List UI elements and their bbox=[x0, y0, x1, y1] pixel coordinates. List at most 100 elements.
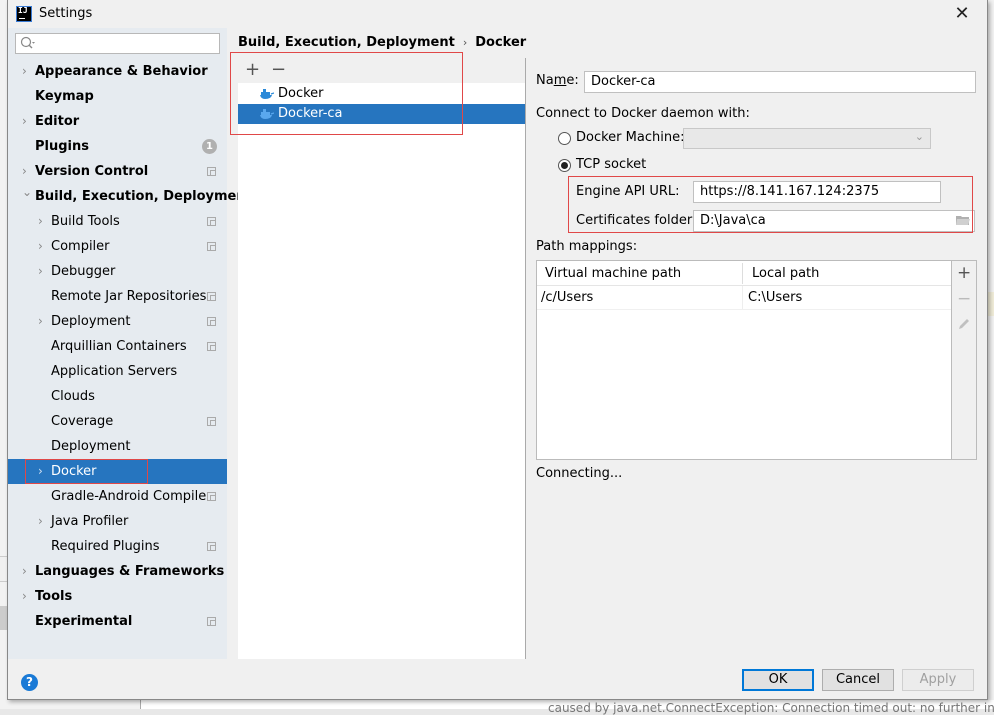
breadcrumb: Build, Execution, Deployment › Docker bbox=[238, 35, 526, 50]
sidebar-item-deployment[interactable]: › Deployment bbox=[8, 309, 227, 334]
project-level-icon bbox=[207, 217, 216, 226]
sidebar-item-debugger[interactable]: › Debugger bbox=[8, 259, 227, 284]
sidebar-item-tools[interactable]: › Tools bbox=[8, 584, 227, 609]
sidebar-item-languages-frameworks[interactable]: › Languages & Frameworks bbox=[8, 559, 227, 584]
settings-sidebar: › Appearance & Behavior Keymap › Editor Plugi… bbox=[8, 28, 252, 659]
sidebar-item-experimental[interactable]: Experimental bbox=[8, 609, 227, 634]
name-input[interactable]: Docker-ca bbox=[584, 71, 976, 93]
chevron-right-icon[interactable]: › bbox=[38, 234, 48, 259]
sidebar-item-label: Tools bbox=[35, 589, 73, 604]
chevron-down-icon[interactable]: ⌄ bbox=[22, 180, 32, 205]
project-level-icon bbox=[207, 492, 216, 501]
settings-tree: › Appearance & Behavior Keymap › Editor Plugi… bbox=[8, 59, 252, 634]
project-level-icon bbox=[207, 292, 216, 301]
column-header-vm-path[interactable]: Virtual machine path bbox=[545, 261, 681, 286]
docker-machine-select[interactable]: ⌄ bbox=[683, 128, 931, 149]
project-level-icon bbox=[207, 242, 216, 251]
cancel-button[interactable]: Cancel bbox=[822, 669, 894, 691]
path-mappings-toolbar: + − bbox=[952, 260, 977, 460]
remove-mapping-button[interactable]: − bbox=[957, 289, 971, 309]
sidebar-item-label: Deployment bbox=[51, 439, 131, 454]
chevron-right-icon[interactable]: › bbox=[22, 559, 32, 584]
apply-button[interactable]: Apply bbox=[902, 669, 974, 691]
chevron-right-icon[interactable]: › bbox=[38, 309, 48, 334]
sidebar-item-plugins[interactable]: Plugins 1 bbox=[8, 134, 227, 159]
chevron-right-icon[interactable]: › bbox=[38, 209, 48, 234]
sidebar-item-version-control[interactable]: › Version Control bbox=[8, 159, 227, 184]
ok-button[interactable]: OK bbox=[742, 669, 814, 691]
connect-label: Connect to Docker daemon with: bbox=[536, 106, 750, 121]
chevron-down-icon: ⌄ bbox=[914, 130, 924, 143]
sidebar-item-coverage[interactable]: Coverage bbox=[8, 409, 227, 434]
table-header: Virtual machine path Local path bbox=[537, 261, 951, 286]
sidebar-item-docker[interactable]: › Docker bbox=[8, 459, 227, 484]
sidebar-item-label: Keymap bbox=[35, 89, 94, 104]
breadcrumb-separator: › bbox=[462, 36, 468, 49]
sidebar-item-label: Remote Jar Repositories bbox=[51, 289, 207, 304]
sidebar-item-keymap[interactable]: Keymap bbox=[8, 84, 227, 109]
annotation-highlight-box bbox=[25, 459, 148, 484]
update-count-badge: 1 bbox=[202, 139, 217, 154]
path-mappings-label: Path mappings: bbox=[536, 239, 638, 254]
local-path-cell[interactable]: C:\Users bbox=[748, 286, 802, 309]
chevron-right-icon[interactable]: › bbox=[22, 59, 32, 84]
annotation-highlight-box bbox=[230, 52, 463, 135]
docker-machine-radio[interactable] bbox=[558, 132, 571, 145]
tcp-socket-label: TCP socket bbox=[576, 157, 647, 172]
connection-status: Connecting... bbox=[536, 466, 623, 481]
search-icon bbox=[20, 36, 35, 50]
sidebar-item-arquillian-containers[interactable]: Arquillian Containers bbox=[8, 334, 227, 359]
annotation-highlight-box bbox=[568, 176, 973, 233]
sidebar-item-java-profiler[interactable]: › Java Profiler bbox=[8, 509, 227, 534]
sidebar-item-remote-jar-repositories[interactable]: Remote Jar Repositories bbox=[8, 284, 227, 309]
help-button[interactable]: ? bbox=[21, 674, 38, 691]
chevron-right-icon[interactable]: › bbox=[22, 109, 32, 134]
sidebar-item-label: Clouds bbox=[51, 389, 95, 404]
sidebar-item-appearance-behavior[interactable]: › Appearance & Behavior bbox=[8, 59, 227, 84]
add-mapping-button[interactable]: + bbox=[957, 263, 971, 283]
sidebar-item-label: Gradle-Android Compiler bbox=[51, 489, 212, 504]
docker-machine-label: Docker Machine: bbox=[576, 130, 685, 145]
sidebar-item-label: Plugins bbox=[35, 139, 89, 154]
vm-path-cell[interactable]: /c/Users bbox=[541, 286, 593, 309]
sidebar-item-label: Deployment bbox=[51, 314, 131, 329]
chevron-right-icon[interactable]: › bbox=[22, 584, 32, 609]
project-level-icon bbox=[207, 317, 216, 326]
sidebar-item-label: Debugger bbox=[51, 264, 116, 279]
column-separator[interactable] bbox=[742, 263, 743, 284]
column-header-local-path[interactable]: Local path bbox=[752, 261, 819, 286]
sidebar-item-label: Editor bbox=[35, 114, 80, 129]
project-level-icon bbox=[207, 617, 216, 626]
chevron-right-icon[interactable]: › bbox=[38, 259, 48, 284]
sidebar-item-gradle-android-compiler[interactable]: Gradle-Android Compiler bbox=[8, 484, 227, 509]
sidebar-item-application-servers[interactable]: Application Servers bbox=[8, 359, 227, 384]
sidebar-item-clouds[interactable]: Clouds bbox=[8, 384, 227, 409]
sidebar-item-label: Application Servers bbox=[51, 364, 178, 379]
sidebar-item-compiler[interactable]: › Compiler bbox=[8, 234, 227, 259]
project-level-icon bbox=[207, 417, 216, 426]
background-console-text: caused by java.net.ConnectException: Con… bbox=[548, 701, 994, 715]
edit-mapping-icon[interactable] bbox=[957, 317, 971, 331]
cell-separator bbox=[742, 286, 743, 309]
sidebar-item-required-plugins[interactable]: Required Plugins bbox=[8, 534, 227, 559]
sidebar-item-label: Version Control bbox=[35, 164, 149, 179]
sidebar-item-deployment[interactable]: Deployment bbox=[8, 434, 227, 459]
project-level-icon bbox=[207, 167, 216, 176]
sidebar-item-label: Coverage bbox=[51, 414, 114, 429]
table-row[interactable]: /c/Users C:\Users bbox=[537, 286, 951, 310]
sidebar-item-editor[interactable]: › Editor bbox=[8, 109, 227, 134]
docker-config-form: Name: Docker-ca Connect to Docker daemon… bbox=[526, 58, 989, 659]
sidebar-item-label: Build, Execution, Deployment bbox=[35, 189, 252, 204]
title-bar: IJ Settings ✕ bbox=[8, 0, 987, 28]
breadcrumb-parent[interactable]: Build, Execution, Deployment bbox=[238, 35, 455, 50]
sidebar-item-build-tools[interactable]: › Build Tools bbox=[8, 209, 227, 234]
tcp-socket-radio[interactable] bbox=[558, 159, 571, 172]
chevron-right-icon[interactable]: › bbox=[38, 509, 48, 534]
sidebar-item-label: Arquillian Containers bbox=[51, 339, 187, 354]
close-button[interactable]: ✕ bbox=[951, 3, 973, 25]
sidebar-item-build-execution-deployment[interactable]: ⌄ Build, Execution, Deployment bbox=[8, 184, 252, 209]
breadcrumb-current: Docker bbox=[475, 35, 527, 50]
sidebar-item-label: Compiler bbox=[51, 239, 110, 254]
settings-search-input[interactable] bbox=[15, 33, 220, 54]
project-level-icon bbox=[207, 542, 216, 551]
